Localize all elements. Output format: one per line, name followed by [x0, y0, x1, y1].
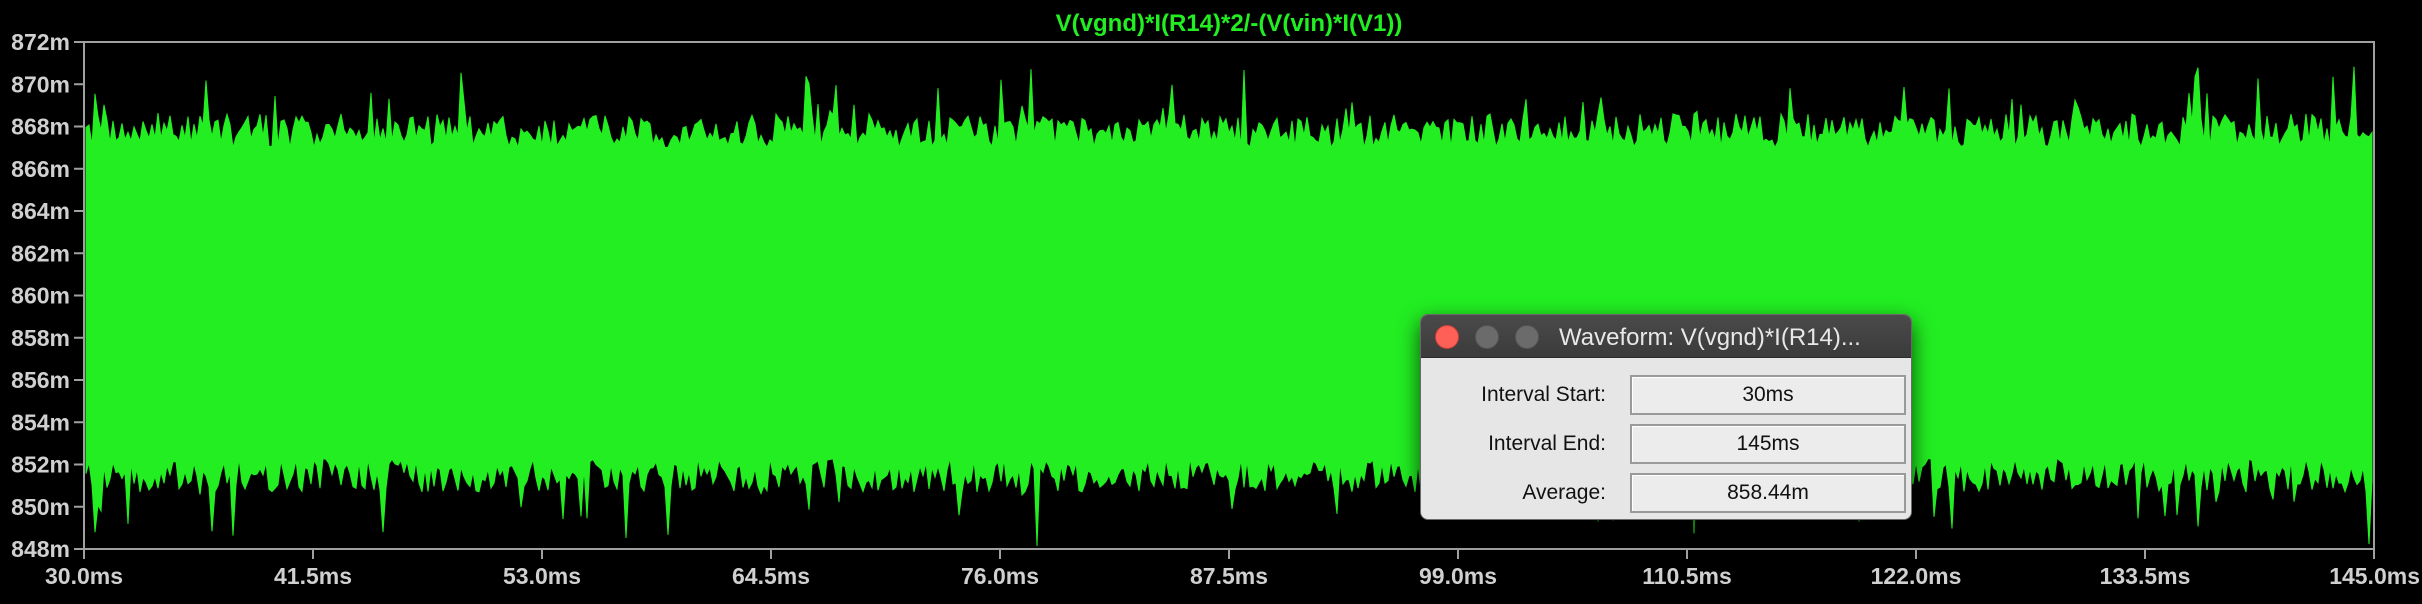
waveform-band — [85, 66, 2373, 547]
trace-title[interactable]: V(vgnd)*I(R14)*2/-(V(vin)*I(V1)) — [1056, 10, 1403, 37]
maximize-icon[interactable] — [1515, 325, 1539, 349]
x-tick-label: 76.0ms — [961, 563, 1039, 589]
interval-start-label: Interval Start: — [1481, 383, 1606, 406]
y-tick-label: 854m — [11, 409, 70, 435]
x-tick-label: 99.0ms — [1419, 563, 1497, 589]
y-tick-label: 866m — [11, 156, 70, 182]
x-tick-label: 110.5ms — [1642, 563, 1732, 589]
interval-end-field[interactable]: 145ms — [1630, 424, 1906, 464]
x-tick-label: 87.5ms — [1190, 563, 1268, 589]
y-tick-label: 852m — [11, 452, 70, 478]
y-tick-label: 872m — [11, 29, 70, 55]
dialog-title: Waveform: V(vgnd)*I(R14)... — [1559, 324, 1861, 351]
dialog-titlebar[interactable]: Waveform: V(vgnd)*I(R14)... — [1421, 315, 1911, 358]
x-tick-label: 145.0ms — [2329, 563, 2420, 589]
average-label: Average: — [1522, 481, 1606, 504]
x-tick-label: 41.5ms — [274, 563, 352, 589]
minimize-icon[interactable] — [1475, 325, 1499, 349]
y-tick-label: 868m — [11, 114, 70, 140]
average-field[interactable]: 858.44m — [1630, 473, 1906, 513]
x-tick-label: 30.0ms — [45, 563, 123, 589]
y-tick-label: 870m — [11, 71, 70, 97]
x-tick-label: 64.5ms — [732, 563, 810, 589]
interval-start-field[interactable]: 30ms — [1630, 375, 1906, 415]
y-tick-label: 850m — [11, 494, 70, 520]
y-tick-label: 856m — [11, 367, 70, 393]
interval-end-label: Interval End: — [1488, 432, 1606, 455]
x-tick-label: 133.5ms — [2100, 563, 2191, 589]
y-tick-label: 860m — [11, 283, 70, 309]
plot-area[interactable]: 848m 850m 852m 854m 856m 858m 860m 862m 864m 866m… — [0, 0, 2422, 604]
waveform-measurement-dialog[interactable]: Waveform: V(vgnd)*I(R14)... Interval Sta… — [1420, 314, 1912, 520]
close-icon[interactable] — [1435, 325, 1459, 349]
y-tick-label: 862m — [11, 240, 70, 266]
y-tick-label: 864m — [11, 198, 70, 224]
x-tick-label: 122.0ms — [1871, 563, 1962, 589]
y-tick-label: 858m — [11, 325, 70, 351]
x-tick-label: 53.0ms — [503, 563, 581, 589]
waveform-trace — [85, 66, 2373, 547]
y-tick-label: 848m — [11, 536, 70, 562]
